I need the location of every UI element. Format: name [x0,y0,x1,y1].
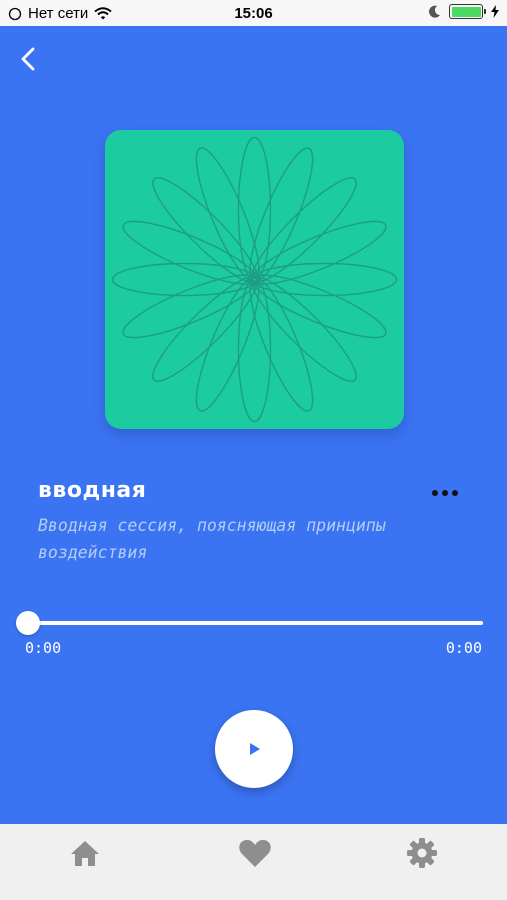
session-title: вводная [38,478,147,503]
session-description: Вводная сессия, поясняющая принципы возд… [38,516,386,562]
current-time: 0:00 [25,639,62,657]
flower-petal [122,220,258,285]
heart-icon [239,840,271,867]
flower-petal [249,276,314,412]
home-icon [71,841,99,866]
progress-track[interactable] [28,621,483,625]
battery-fill [451,6,481,17]
more-dot [432,490,438,496]
flower-petal [251,177,357,283]
flower-petal [195,147,260,283]
play-button[interactable] [215,710,293,788]
flower-pattern-icon [111,136,398,423]
flower-petal [249,147,314,283]
play-icon [250,743,260,755]
battery-icon [449,4,486,19]
flower-petal [251,276,357,382]
status-bar: Нет сети 15:06 [0,0,507,26]
more-dot [452,490,458,496]
more-options-button[interactable] [425,481,465,505]
tab-bar [0,824,507,900]
back-button[interactable] [14,44,44,74]
flower-petal [195,276,260,412]
chevron-left-icon [21,47,35,71]
moon-icon [429,5,440,18]
session-cover [105,130,404,429]
flower-petal [122,274,258,339]
charging-icon [491,5,499,18]
player-screen: вводная Вводная сессия, поясняющая принц… [0,26,507,824]
more-dot [442,490,448,496]
tab-favorites[interactable] [238,836,272,870]
flower-petal [251,220,387,285]
tab-settings[interactable] [405,836,439,870]
status-right [429,4,499,19]
total-time: 0:00 [445,639,482,657]
flower-petal [251,274,387,339]
flower-petal [152,276,258,382]
gear-icon [407,838,437,868]
tab-home[interactable] [68,836,102,870]
progress-thumb[interactable] [16,611,40,635]
flower-petal [152,177,258,283]
